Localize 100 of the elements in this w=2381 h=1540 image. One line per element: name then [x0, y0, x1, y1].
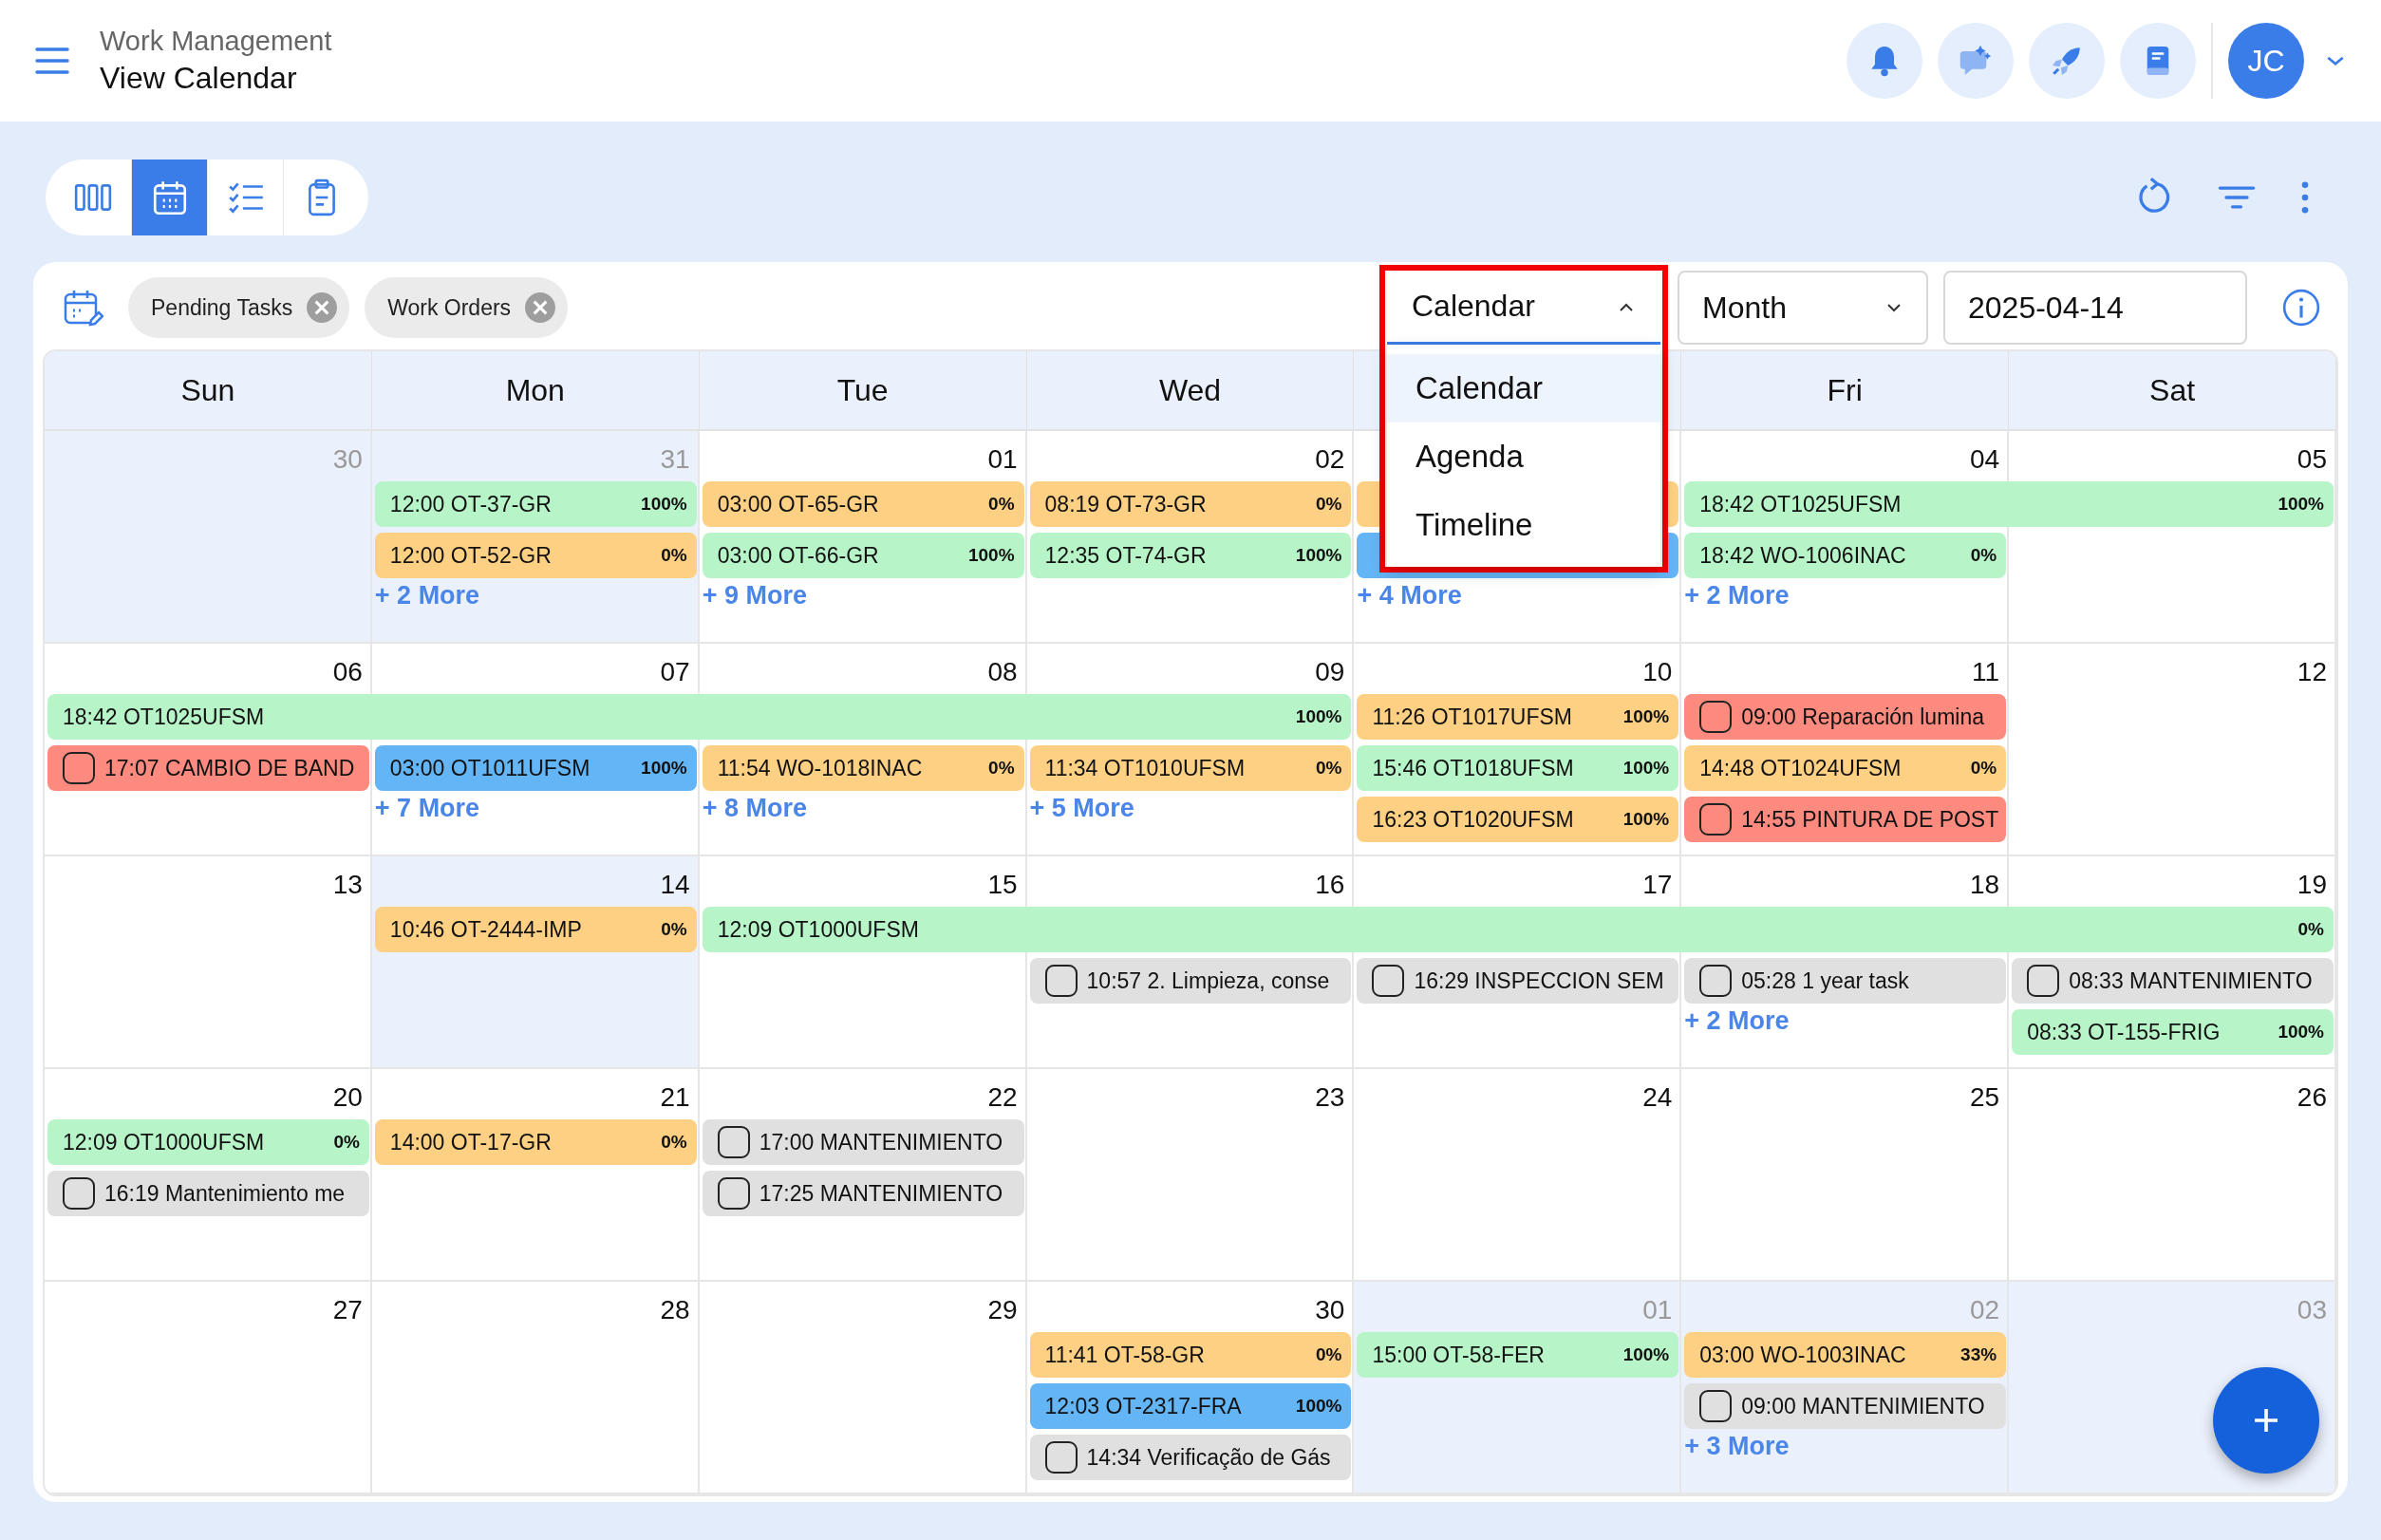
event-bar[interactable]: 03:00 OT1011UFSM 100%	[374, 745, 697, 791]
day-number[interactable]: 05	[2297, 444, 2336, 479]
event-bar[interactable]: 12:03 OT-2317-FRA 100%	[1029, 1383, 1352, 1429]
event-bar[interactable]: 05:28 1 year task	[1684, 958, 2007, 1004]
event-bar[interactable]: 10:46 OT-2444-IMP 0%	[374, 907, 697, 952]
day-number[interactable]: 08	[987, 657, 1027, 691]
checkbox[interactable]	[63, 752, 95, 784]
day-number[interactable]: 22	[987, 1082, 1027, 1117]
day-number[interactable]: 16	[1315, 870, 1355, 904]
remove-icon[interactable]	[524, 291, 557, 324]
more-link[interactable]: + 4 More	[1357, 581, 1462, 610]
event-bar[interactable]: 11:54 WO-1018INAC 0%	[702, 745, 1024, 791]
day-number[interactable]: 15	[987, 870, 1027, 904]
day-number[interactable]: 29	[987, 1295, 1027, 1329]
more-link[interactable]: + 9 More	[702, 581, 807, 610]
event-bar[interactable]: 09:00 MANTENIMIENTO	[1684, 1383, 2007, 1429]
user-avatar[interactable]: JC	[2228, 23, 2304, 99]
more-link[interactable]: + 2 More	[1684, 581, 1790, 610]
checkbox[interactable]	[63, 1177, 95, 1210]
event-bar[interactable]: 17:07 CAMBIO DE BAND	[47, 745, 369, 791]
event-bar[interactable]: 11:41 OT-58-GR 0%	[1029, 1332, 1352, 1378]
checkbox[interactable]	[2027, 965, 2060, 997]
checkbox[interactable]	[1699, 803, 1733, 836]
day-number[interactable]: 28	[660, 1295, 700, 1329]
checkbox[interactable]	[1699, 965, 1733, 997]
chevron-down-icon[interactable]	[2325, 54, 2346, 67]
event-bar[interactable]: 10:57 2. Limpieza, conse	[1029, 958, 1352, 1004]
day-number[interactable]: 30	[1315, 1295, 1355, 1329]
event-bar[interactable]: 03:00 OT-66-GR 100%	[702, 533, 1024, 578]
event-bar[interactable]: 15:46 OT1018UFSM 100%	[1357, 745, 1679, 791]
clipboard-view-button[interactable]	[283, 160, 359, 235]
checkbox[interactable]	[1699, 1390, 1733, 1422]
event-bar[interactable]: 17:00 MANTENIMIENTO	[702, 1119, 1024, 1165]
more-link[interactable]: + 2 More	[1684, 1006, 1790, 1036]
event-bar[interactable]: 11:26 OT1017UFSM 100%	[1357, 694, 1679, 740]
menu-option[interactable]: Timeline	[1387, 491, 1660, 559]
event-bar[interactable]: 16:29 INSPECCION SEM	[1357, 958, 1679, 1004]
checkbox[interactable]	[717, 1126, 750, 1158]
event-bar[interactable]: 15:00 OT-58-FER 100%	[1357, 1332, 1679, 1378]
menu-option[interactable]: Agenda	[1387, 423, 1660, 491]
day-number[interactable]: 04	[1970, 444, 2010, 479]
event-bar[interactable]: 03:00 WO-1003INAC 33%	[1684, 1332, 2007, 1378]
menu-option[interactable]: Calendar	[1387, 354, 1660, 423]
checkbox[interactable]	[1044, 1441, 1078, 1474]
date-field[interactable]: 2025-04-14	[1943, 271, 2247, 345]
checkbox[interactable]	[1699, 701, 1733, 733]
checkbox[interactable]	[1044, 965, 1078, 997]
event-bar[interactable]: 08:33 MANTENIMIENTO	[2012, 958, 2334, 1004]
more-link[interactable]: + 8 More	[702, 794, 807, 823]
day-number[interactable]: 24	[1642, 1082, 1682, 1117]
day-number[interactable]: 09	[1315, 657, 1355, 691]
event-bar[interactable]: 18:42 WO-1006INAC 0%	[1684, 533, 2007, 578]
day-number[interactable]: 27	[332, 1295, 372, 1329]
day-number[interactable]: 02	[1315, 444, 1355, 479]
filter-chip[interactable]: Pending Tasks	[128, 277, 350, 338]
day-number[interactable]: 06	[332, 657, 372, 691]
event-bar[interactable]: 12:09 OT1000UFSM 0%	[47, 1119, 369, 1165]
event-bar[interactable]: 18:42 OT1025UFSM 100%	[1684, 481, 2334, 527]
day-number[interactable]: 20	[332, 1082, 372, 1117]
remove-icon[interactable]	[306, 291, 339, 324]
day-number[interactable]: 12	[2297, 657, 2336, 691]
range-select[interactable]: Month	[1678, 271, 1928, 345]
filter-chip[interactable]: Work Orders	[365, 277, 569, 338]
event-bar[interactable]: 14:48 OT1024UFSM 0%	[1684, 745, 2007, 791]
more-link[interactable]: + 5 More	[1029, 794, 1134, 823]
event-bar[interactable]: 11:34 OT1010UFSM 0%	[1029, 745, 1352, 791]
day-number[interactable]: 26	[2297, 1082, 2336, 1117]
day-number[interactable]: 19	[2297, 870, 2336, 904]
event-bar[interactable]: 08:33 OT-155-FRIG 100%	[2012, 1009, 2334, 1055]
event-bar[interactable]: 08:19 OT-73-GR 0%	[1029, 481, 1352, 527]
calendar-view-button[interactable]	[131, 160, 207, 235]
day-number[interactable]: 07	[660, 657, 700, 691]
event-bar[interactable]: 12:00 OT-37-GR 100%	[374, 481, 697, 527]
checkbox[interactable]	[1372, 965, 1405, 997]
event-bar[interactable]: 14:55 PINTURA DE POST	[1684, 797, 2007, 842]
day-number[interactable]: 17	[1642, 870, 1682, 904]
day-number[interactable]: 11	[1972, 657, 2010, 691]
day-number[interactable]: 13	[332, 870, 372, 904]
day-number[interactable]: 01	[987, 444, 1027, 479]
day-number[interactable]: 10	[1642, 657, 1682, 691]
checkbox[interactable]	[717, 1177, 750, 1210]
day-number[interactable]: 14	[660, 870, 700, 904]
event-bar[interactable]: 14:00 OT-17-GR 0%	[374, 1119, 697, 1165]
info-icon[interactable]	[2281, 288, 2321, 328]
event-bar[interactable]: 09:00 Reparación lumina	[1684, 694, 2007, 740]
menu-icon[interactable]	[35, 47, 69, 75]
day-number[interactable]: 23	[1315, 1082, 1355, 1117]
event-bar[interactable]: 16:23 OT1020UFSM 100%	[1357, 797, 1679, 842]
event-bar[interactable]: 12:00 OT-52-GR 0%	[374, 533, 697, 578]
more-link[interactable]: + 7 More	[374, 794, 480, 823]
day-number[interactable]: 18	[1970, 870, 2010, 904]
event-bar[interactable]: 03:00 OT-65-GR 0%	[702, 481, 1024, 527]
event-bar[interactable]: 18:42 OT1025UFSM 100%	[47, 694, 1352, 740]
event-bar[interactable]: 14:34 Verificação de Gás	[1029, 1435, 1352, 1480]
day-number[interactable]: 25	[1970, 1082, 2010, 1117]
event-bar[interactable]: 16:19 Mantenimiento me	[47, 1171, 369, 1216]
event-bar[interactable]: 17:25 MANTENIMIENTO	[702, 1171, 1024, 1216]
event-bar[interactable]: 12:35 OT-74-GR 100%	[1029, 533, 1352, 578]
day-number[interactable]: 21	[660, 1082, 700, 1117]
event-bar[interactable]: 12:09 OT1000UFSM 0%	[702, 907, 2334, 952]
